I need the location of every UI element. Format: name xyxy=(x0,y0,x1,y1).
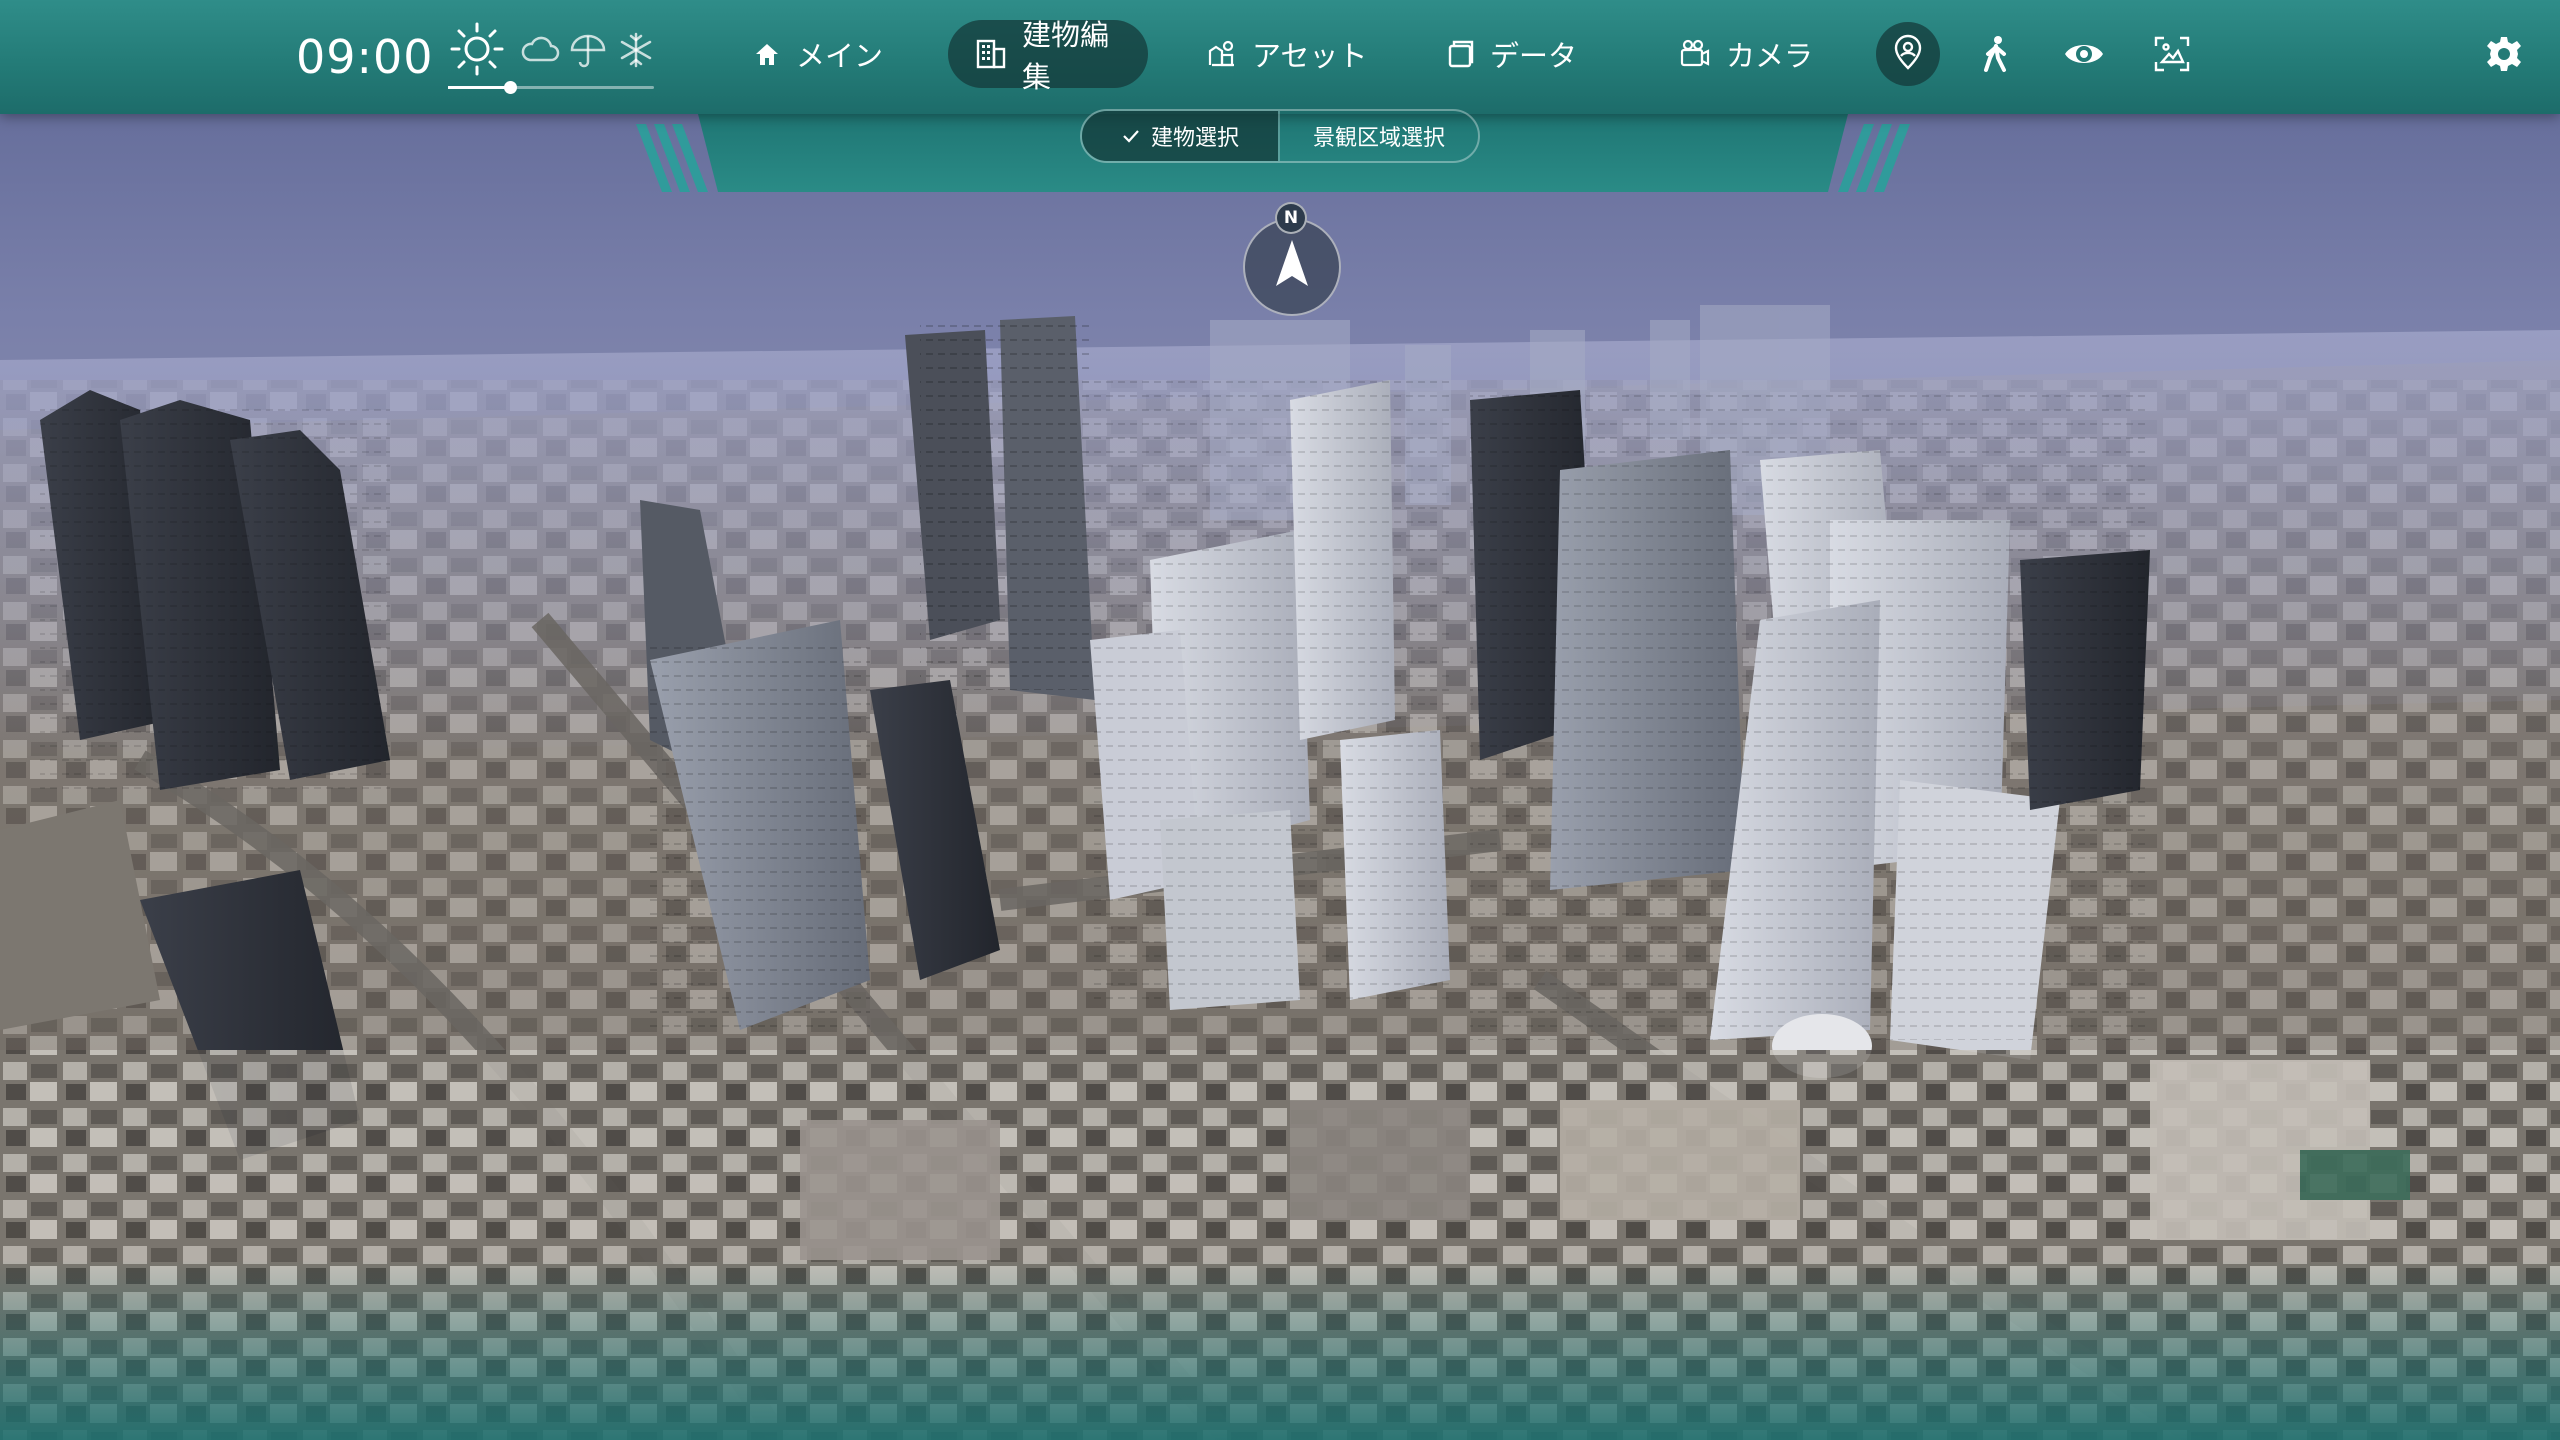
snow-icon[interactable] xyxy=(616,30,656,74)
nav-building-edit[interactable]: 建物編集 xyxy=(948,18,1148,94)
time-slider-fill xyxy=(448,86,510,89)
tab-building-select[interactable]: 建物選択 xyxy=(1082,111,1278,161)
pedestrian-view-button[interactable] xyxy=(1876,22,1940,86)
check-icon xyxy=(1123,130,1139,143)
cloud-icon[interactable] xyxy=(520,30,560,74)
sun-icon[interactable] xyxy=(448,20,506,82)
settings-button[interactable] xyxy=(2472,22,2536,86)
tab-building-select-label: 建物選択 xyxy=(1150,126,1239,151)
gear-icon xyxy=(2487,37,2521,71)
tab-landscape-area-select-label: 景観区域選択 xyxy=(1312,126,1445,151)
building-icon xyxy=(976,39,1006,69)
compass-north-label: N xyxy=(1275,202,1307,234)
nav-data-label: データ xyxy=(1490,39,1578,73)
umbrella-icon[interactable] xyxy=(568,30,608,74)
nav-main-label: メイン xyxy=(796,39,884,73)
compass-arrow-icon xyxy=(1276,240,1308,286)
nav-data[interactable]: データ xyxy=(1418,20,1603,88)
pedestrian-view-icon xyxy=(1894,34,1922,70)
screenshot-button[interactable] xyxy=(2140,22,2204,86)
time-display: 09:00 xyxy=(296,30,434,84)
nav-camera-label: カメラ xyxy=(1726,39,1814,73)
screenshot-icon xyxy=(2154,36,2190,72)
time-slider[interactable] xyxy=(448,81,654,94)
nav-camera[interactable]: カメラ xyxy=(1652,20,1839,88)
home-icon xyxy=(756,44,778,65)
eye-icon xyxy=(2065,45,2103,63)
app-root: 09:00 メイン 建物編集 アセット データ カメラ 建物選択 景観区域選択 … xyxy=(0,0,2560,1440)
visibility-button[interactable] xyxy=(2052,22,2116,86)
asset-icon xyxy=(1208,40,1234,67)
nav-main[interactable]: メイン xyxy=(726,20,909,88)
data-icon xyxy=(1448,40,1474,68)
nav-assets-label: アセット xyxy=(1252,39,1368,73)
time-slider-knob[interactable] xyxy=(503,81,517,94)
nav-assets[interactable]: アセット xyxy=(1178,20,1393,88)
walk-mode-button[interactable] xyxy=(1964,22,2028,86)
nav-building-edit-label: 建物編集 xyxy=(1022,18,1110,94)
walk-icon xyxy=(1984,36,2006,72)
top-toolbar: 09:00 メイン 建物編集 アセット データ カメラ xyxy=(0,0,2560,114)
tab-landscape-area-select[interactable]: 景観区域選択 xyxy=(1278,111,1478,161)
camera-icon xyxy=(1680,39,1710,67)
selection-mode-tabs: 建物選択 景観区域選択 xyxy=(1080,109,1480,163)
